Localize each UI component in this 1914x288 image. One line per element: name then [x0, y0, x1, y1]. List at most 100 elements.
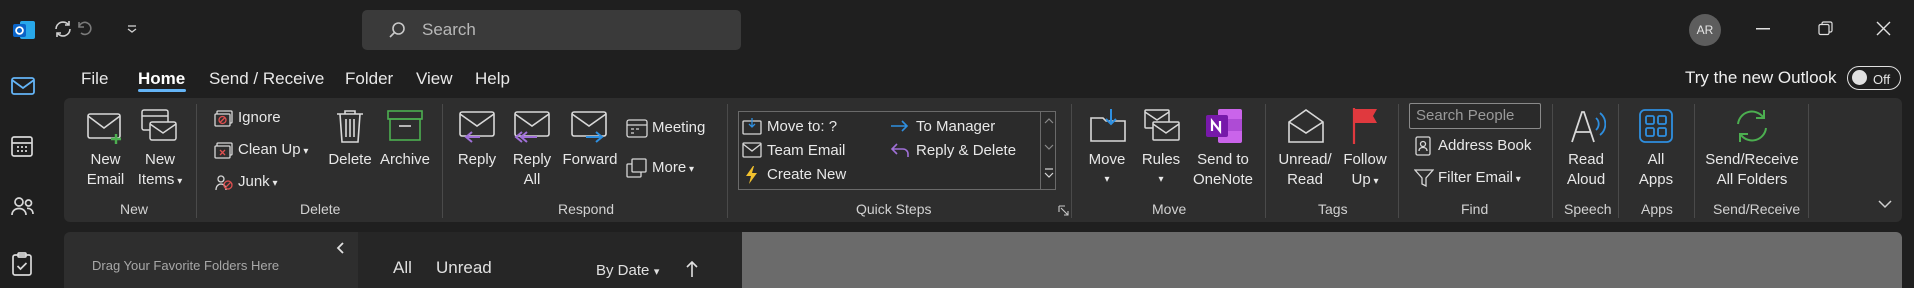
reply-all-label-2: All: [523, 171, 541, 188]
new-items-label-2: Items ▾: [134, 170, 186, 192]
menu-file[interactable]: File: [81, 69, 108, 89]
favorites-drag-hint: Drag Your Favorite Folders Here: [92, 258, 280, 273]
new-email-button[interactable]: New Email: [78, 106, 133, 190]
chevron-down-icon: ▾: [174, 176, 183, 187]
minimize-icon[interactable]: [1756, 28, 1770, 30]
reply-all-label-1: Reply: [512, 151, 552, 168]
send-receive-all-folders-button[interactable]: Send/Receive All Folders: [1702, 106, 1802, 190]
chevron-down-icon: ▾: [269, 178, 278, 189]
quick-step-team-email[interactable]: Team Email: [742, 140, 882, 162]
more-respond-button[interactable]: More ▾: [626, 156, 716, 180]
group-label-apps: Apps: [1641, 201, 1673, 217]
unread-read-button[interactable]: Unread/ Read: [1274, 106, 1336, 190]
quick-access-dropdown-icon[interactable]: [126, 24, 138, 34]
collapse-pane-icon[interactable]: [336, 242, 345, 254]
reply-label: Reply: [457, 151, 497, 168]
mail-icon[interactable]: [10, 76, 36, 96]
more-icon: [626, 158, 648, 178]
people-icon[interactable]: [10, 194, 36, 218]
chevron-down-icon: ▾: [686, 164, 694, 175]
group-label-quick-steps: Quick Steps: [856, 201, 932, 217]
chevron-down-icon: ▾: [300, 146, 309, 157]
menu-folder[interactable]: Folder: [345, 69, 393, 89]
menu-view[interactable]: View: [416, 69, 453, 89]
forward-button[interactable]: Forward: [560, 106, 620, 170]
menu-home[interactable]: Home: [138, 69, 185, 89]
arrow-right-icon: [890, 118, 910, 134]
reply-all-button[interactable]: Reply All: [508, 106, 556, 190]
quick-step-move-to[interactable]: Move to: ?: [742, 116, 882, 138]
title-bar: [0, 0, 1914, 58]
sync-icon[interactable]: [52, 18, 74, 40]
search-icon: [388, 21, 406, 39]
quick-steps-scrollbar[interactable]: [1040, 112, 1057, 189]
sort-by-dropdown[interactable]: By Date ▾: [596, 262, 659, 282]
rules-button[interactable]: Rules ▾: [1136, 106, 1186, 190]
group-label-speech: Speech: [1564, 201, 1612, 217]
clean-up-icon: [214, 141, 234, 159]
group-separator: [196, 104, 197, 218]
clean-up-text: Clean Up: [238, 141, 301, 158]
more-text: More: [652, 159, 687, 176]
meeting-button[interactable]: Meeting: [626, 116, 722, 140]
read-aloud-button[interactable]: Read Aloud: [1558, 106, 1614, 190]
delete-button[interactable]: Delete: [324, 106, 376, 170]
send-to-onenote-button[interactable]: Send to OneNote: [1188, 106, 1258, 190]
meeting-icon: [626, 118, 648, 138]
group-separator: [1552, 104, 1553, 218]
move-folder-icon: [1089, 108, 1127, 144]
quick-step-reply-delete[interactable]: Reply & Delete: [890, 140, 1038, 162]
gallery-expand-icon[interactable]: [1044, 168, 1054, 180]
group-label-tags: Tags: [1318, 201, 1348, 217]
all-apps-label-2: Apps: [1638, 171, 1674, 188]
move-button[interactable]: Move ▾: [1082, 106, 1132, 190]
group-label-move: Move: [1152, 201, 1187, 217]
quick-step-create-new[interactable]: Create New: [742, 164, 882, 186]
all-apps-button[interactable]: All Apps: [1626, 106, 1686, 190]
junk-button[interactable]: Junk ▾: [212, 170, 292, 194]
ribbon-collapse-icon[interactable]: [1878, 200, 1892, 209]
ignore-button[interactable]: Ignore: [212, 106, 292, 130]
sort-by-label: By Date: [596, 262, 650, 279]
restore-icon[interactable]: [1818, 21, 1833, 36]
archive-button[interactable]: Archive: [376, 106, 434, 170]
tasks-icon[interactable]: [11, 252, 33, 276]
follow-up-label-1: Follow: [1343, 151, 1387, 168]
menu-send-receive[interactable]: Send / Receive: [209, 69, 324, 89]
quick-steps-dialog-launcher-icon[interactable]: [1058, 205, 1069, 216]
clean-up-button[interactable]: Clean Up ▾: [212, 138, 312, 162]
undo-icon[interactable]: [74, 18, 94, 38]
quick-step-to-manager[interactable]: To Manager: [890, 116, 1030, 138]
unread-read-label-2: Read: [1287, 171, 1323, 188]
scroll-up-icon[interactable]: [1044, 118, 1054, 124]
send-to-onenote-label-1: Send to: [1197, 151, 1249, 168]
reply-button[interactable]: Reply: [452, 106, 502, 170]
group-separator: [727, 104, 728, 218]
sort-direction-icon[interactable]: [686, 260, 698, 278]
avatar[interactable]: AR: [1689, 14, 1721, 46]
reply-all-icon: [513, 110, 551, 144]
apps-grid-icon: [1638, 108, 1674, 144]
menu-help[interactable]: Help: [475, 69, 510, 89]
chevron-down-icon: ▾: [653, 266, 660, 278]
address-book-button[interactable]: Address Book: [1414, 134, 1544, 158]
tab-all[interactable]: All: [393, 258, 412, 278]
group-separator: [1694, 104, 1695, 218]
filter-email-button[interactable]: Filter Email ▾: [1414, 166, 1544, 190]
new-items-button[interactable]: New Items ▾: [134, 106, 186, 190]
archive-label: Archive: [379, 151, 431, 168]
group-label-find: Find: [1461, 201, 1489, 217]
move-to-icon: [742, 117, 762, 135]
active-tab-indicator: [138, 89, 186, 92]
search-box[interactable]: Search: [362, 10, 741, 50]
calendar-icon[interactable]: [10, 134, 34, 158]
forward-icon: [570, 110, 610, 144]
reading-pane: [742, 232, 1902, 288]
search-people-input[interactable]: Search People: [1409, 103, 1541, 129]
tab-unread[interactable]: Unread: [436, 258, 492, 278]
toggle-knob: [1852, 70, 1867, 85]
follow-up-button[interactable]: Follow Up ▾: [1338, 106, 1392, 190]
try-new-outlook-toggle[interactable]: Off: [1847, 66, 1901, 90]
close-icon[interactable]: [1876, 21, 1891, 36]
scroll-down-icon[interactable]: [1044, 144, 1054, 150]
